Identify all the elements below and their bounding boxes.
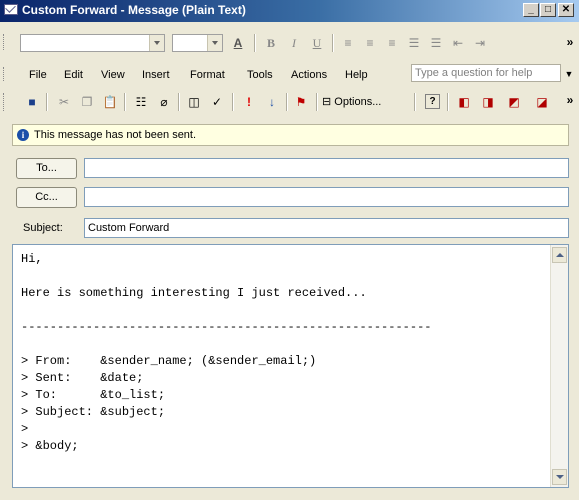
address-book-icon[interactable]: ☷ (133, 94, 149, 110)
align-center-icon[interactable]: ≡ (362, 35, 378, 51)
menu-help[interactable]: Help (345, 69, 368, 81)
menu-actions[interactable]: Actions (291, 69, 327, 81)
toolbar-separator (232, 93, 234, 111)
formatting-toolbar: A B I U ≡ ≡ ≡ ☰ ☰ ⇤ ⇥ » (0, 22, 579, 60)
paste-icon[interactable]: 📋 (102, 94, 118, 110)
high-importance-icon[interactable]: ! (241, 94, 257, 110)
close-button[interactable]: ✕ (558, 3, 574, 17)
to-button[interactable]: To... (16, 158, 77, 179)
next-item-icon[interactable]: ◨ (480, 94, 496, 110)
toolbar-separator (286, 93, 288, 111)
increase-indent-icon[interactable]: ⇥ (472, 35, 488, 51)
options-icon: ⊟ (322, 96, 332, 108)
font-size-dropdown[interactable] (172, 34, 223, 52)
toolbar-overflow-icon[interactable]: » (562, 92, 578, 108)
toolbar-separator (316, 93, 318, 111)
menu-edit[interactable]: Edit (64, 69, 83, 81)
toolbar-separator (414, 93, 416, 111)
cc-field[interactable] (84, 187, 569, 207)
chevron-down-icon[interactable]: ▼ (561, 66, 577, 82)
toolbar-separator (447, 93, 449, 111)
font-color-icon[interactable]: A (230, 35, 246, 51)
toolbar-separator (124, 93, 126, 111)
menu-view[interactable]: View (101, 69, 125, 81)
menu-format[interactable]: Format (190, 69, 225, 81)
check-names-icon[interactable]: ◫ (186, 94, 202, 110)
save-icon[interactable]: ■ (24, 94, 40, 110)
toolbar-separator (46, 93, 48, 111)
chevron-down-icon (149, 35, 164, 51)
toolbar-grip[interactable] (3, 34, 7, 50)
chevron-down-icon (207, 35, 222, 51)
next-unread-icon[interactable]: ◪ (534, 94, 550, 110)
window-title: Custom Forward - Message (Plain Text) (22, 3, 246, 17)
subject-field[interactable]: Custom Forward (84, 218, 569, 238)
toolbar-grip[interactable] (3, 93, 7, 111)
numbering-icon[interactable]: ☰ (428, 35, 444, 51)
toolbar-separator (178, 93, 180, 111)
follow-up-flag-icon[interactable]: ⚑ (293, 94, 309, 110)
scroll-down-icon[interactable] (552, 469, 567, 485)
options-label: Options... (334, 96, 382, 108)
toolbar-separator (332, 34, 334, 52)
standard-toolbar: ■ ✂ ❐ 📋 ☷ ⌀ ◫ ✓ ! ↓ ⚑ ⊟ Options... ? ◧ ◨… (0, 88, 579, 118)
info-icon: i (17, 129, 29, 141)
options-button[interactable]: ⊟ Options... (322, 94, 408, 110)
menu-file[interactable]: File (29, 69, 47, 81)
title-bar[interactable]: Custom Forward - Message (Plain Text) _ … (0, 0, 579, 22)
align-right-icon[interactable]: ≡ (384, 35, 400, 51)
envelope-icon (4, 4, 18, 15)
subject-label: Subject: (23, 222, 63, 234)
toolbar-separator (254, 34, 256, 52)
bullets-icon[interactable]: ☰ (406, 35, 422, 51)
cc-button[interactable]: Cc... (16, 187, 77, 208)
toolbar-overflow-icon[interactable]: » (562, 34, 578, 50)
help-icon[interactable]: ? (425, 94, 440, 109)
scroll-up-icon[interactable] (552, 247, 567, 263)
previous-item-icon[interactable]: ◧ (456, 94, 472, 110)
info-bar: i This message has not been sent. (12, 124, 569, 146)
help-search-input[interactable]: Type a question for help (411, 64, 561, 82)
maximize-button[interactable]: □ (540, 3, 556, 17)
italic-icon[interactable]: I (286, 35, 302, 51)
toolbar-grip[interactable] (3, 67, 7, 81)
menu-tools[interactable]: Tools (247, 69, 273, 81)
copy-icon[interactable]: ❐ (79, 94, 95, 110)
message-body[interactable]: Hi, Here is something interesting I just… (12, 244, 569, 488)
spelling-icon[interactable]: ✓ (209, 94, 225, 110)
style-dropdown[interactable] (20, 34, 165, 52)
previous-unread-icon[interactable]: ◩ (506, 94, 522, 110)
align-left-icon[interactable]: ≡ (340, 35, 356, 51)
message-body-text[interactable]: Hi, Here is something interesting I just… (21, 251, 431, 455)
decrease-indent-icon[interactable]: ⇤ (450, 35, 466, 51)
minimize-button[interactable]: _ (523, 3, 539, 17)
bold-icon[interactable]: B (263, 35, 279, 51)
low-importance-icon[interactable]: ↓ (264, 94, 280, 110)
attach-file-icon[interactable]: ⌀ (156, 94, 172, 110)
menu-insert[interactable]: Insert (142, 69, 170, 81)
to-field[interactable] (84, 158, 569, 178)
cut-icon[interactable]: ✂ (56, 94, 72, 110)
info-bar-text: This message has not been sent. (34, 129, 197, 141)
underline-icon[interactable]: U (309, 35, 325, 51)
vertical-scrollbar[interactable] (550, 245, 568, 487)
